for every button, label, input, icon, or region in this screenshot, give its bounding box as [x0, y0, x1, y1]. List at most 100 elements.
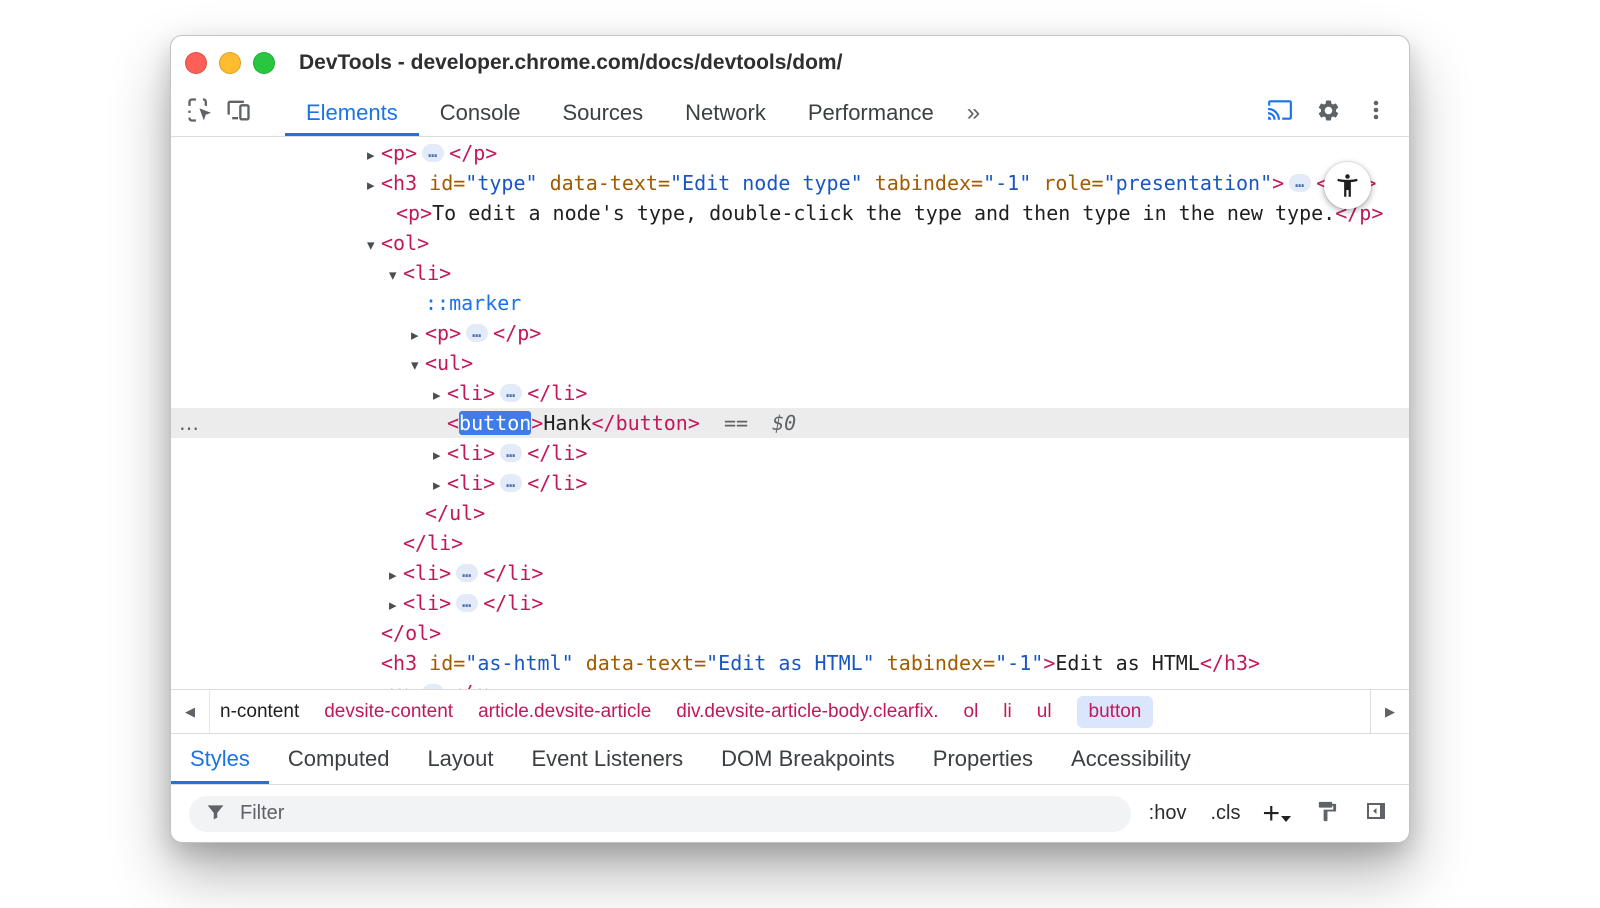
panel-tab-computed[interactable]: Computed [269, 734, 409, 784]
code-token-tag: <ul> [425, 351, 473, 375]
dom-tree-row[interactable]: ▾<ul> [171, 348, 1409, 378]
expand-inline-icon[interactable]: … [456, 564, 478, 582]
panel-tabs: StylesComputedLayoutEvent ListenersDOM B… [171, 733, 1409, 784]
three-dot-menu-icon [1364, 98, 1388, 127]
code-token-val: "Edit as HTML" [706, 651, 875, 675]
code-token-tag: <li> [447, 441, 495, 465]
code-token-txt: To edit a node's type, double-click the … [432, 201, 1335, 225]
new-style-rule-button[interactable]: + [1258, 799, 1295, 829]
code-token-tag: </ul> [425, 501, 485, 525]
filter-field[interactable] [189, 796, 1131, 832]
dom-tree-row[interactable]: ▸<p>…</p> [171, 318, 1409, 348]
expand-inline-icon[interactable]: … [500, 474, 522, 492]
dom-tree-row[interactable]: ▸<li>…</li> [171, 558, 1409, 588]
dom-tree-row[interactable]: ▸<li>…</li> [171, 378, 1409, 408]
expand-arrow-icon[interactable]: ▸ [389, 560, 403, 590]
code-token-tag: <ol> [381, 231, 429, 255]
expand-arrow-icon[interactable]: ▸ [367, 170, 381, 200]
toggle-class-button[interactable]: .cls [1204, 802, 1246, 825]
code-token-tag: < [447, 411, 459, 435]
breadcrumb-item-button[interactable]: button [1077, 696, 1154, 728]
tab-performance[interactable]: Performance [787, 89, 955, 136]
tab-sources[interactable]: Sources [541, 89, 664, 136]
expand-arrow-icon[interactable]: ▸ [433, 440, 447, 470]
dom-tree-row[interactable]: ::marker [171, 288, 1409, 318]
close-button[interactable] [185, 52, 207, 74]
panel-tab-accessibility[interactable]: Accessibility [1052, 734, 1210, 784]
expand-inline-icon[interactable]: … [500, 444, 522, 462]
panel-tab-event-listeners[interactable]: Event Listeners [513, 734, 703, 784]
inspect-element-button[interactable] [181, 94, 219, 132]
dom-tree-row[interactable]: ▸<p>…</p> [171, 678, 1409, 689]
dom-tree-row[interactable]: ▾<ol> [171, 228, 1409, 258]
expand-arrow-icon[interactable]: ▸ [411, 320, 425, 350]
dom-tree-row[interactable]: ▸<li>…</li> [171, 468, 1409, 498]
panel-tab-styles[interactable]: Styles [171, 734, 269, 784]
expand-inline-icon[interactable]: … [422, 684, 444, 689]
code-token-tag: </li> [527, 381, 587, 405]
menu-button[interactable] [1357, 94, 1395, 132]
dom-tree: ▸<p>…</p>▸<h3 id="type" data-text="Edit … [171, 137, 1409, 689]
breadcrumb-item-li[interactable]: li [1003, 701, 1011, 723]
expand-inline-icon[interactable]: … [456, 594, 478, 612]
more-actions-icon[interactable]: … [179, 408, 199, 438]
code-token-val: "type" [465, 171, 537, 195]
expand-inline-icon[interactable]: … [500, 384, 522, 402]
code-token-var: $0 [772, 411, 796, 435]
paint-brush-icon [1315, 800, 1338, 828]
panel-tab-properties[interactable]: Properties [914, 734, 1052, 784]
code-token-attr: id= [429, 171, 465, 195]
expand-arrow-icon[interactable]: ▸ [433, 380, 447, 410]
code-token-txt: Edit as HTML [1055, 651, 1200, 675]
dom-tree-row[interactable]: ▸<h3 id="type" data-text="Edit node type… [171, 168, 1409, 198]
expand-inline-icon[interactable]: … [1289, 174, 1311, 192]
dom-tree-row[interactable]: <p>To edit a node's type, double-click t… [171, 198, 1409, 228]
dom-tree-row[interactable]: <button>Hank</button> == $0… [171, 408, 1409, 438]
expand-arrow-icon[interactable]: ▸ [433, 470, 447, 500]
breadcrumb-item-div-devsite-article-body-clearfix[interactable]: div.devsite-article-body.clearfix. [676, 701, 938, 723]
expand-arrow-icon[interactable]: ▸ [367, 140, 381, 170]
settings-button[interactable] [1309, 94, 1347, 132]
dom-tree-row[interactable]: ▸<li>…</li> [171, 438, 1409, 468]
dom-tree-row[interactable]: </ol> [171, 618, 1409, 648]
dom-tree-row[interactable]: ▸<li>…</li> [171, 588, 1409, 618]
breadcrumb-item-ol[interactable]: ol [964, 701, 979, 723]
expand-inline-icon[interactable]: … [466, 324, 488, 342]
cast-button[interactable] [1261, 94, 1299, 132]
dom-tree-row[interactable]: </li> [171, 528, 1409, 558]
zoom-button[interactable] [253, 52, 275, 74]
paint-brush-button[interactable] [1307, 795, 1345, 833]
tab-console[interactable]: Console [419, 89, 542, 136]
collapse-arrow-icon[interactable]: ▾ [367, 230, 381, 260]
inspect-icon [186, 96, 214, 129]
tab-network[interactable]: Network [664, 89, 787, 136]
traffic-lights [185, 52, 275, 74]
more-tabs-button[interactable]: » [955, 89, 992, 136]
breadcrumb-item-ul[interactable]: ul [1037, 701, 1052, 723]
panel-tab-layout[interactable]: Layout [408, 734, 512, 784]
breadcrumb-item-article-devsite-article[interactable]: article.devsite-article [478, 701, 651, 723]
device-toolbar-button[interactable] [219, 94, 257, 132]
dom-tree-row[interactable]: ▾<li> [171, 258, 1409, 288]
code-token-tag: </li> [527, 471, 587, 495]
dom-tree-row[interactable]: <h3 id="as-html" data-text="Edit as HTML… [171, 648, 1409, 678]
code-token-tag: </button> [592, 411, 700, 435]
minimize-button[interactable] [219, 52, 241, 74]
collapse-arrow-icon[interactable]: ▾ [411, 350, 425, 380]
expand-arrow-icon[interactable]: ▸ [367, 680, 381, 689]
dom-tree-row[interactable]: </ul> [171, 498, 1409, 528]
panel-tab-dom-breakpoints[interactable]: DOM Breakpoints [702, 734, 914, 784]
toggle-sidebar-button[interactable] [1357, 795, 1395, 833]
expand-inline-icon[interactable]: … [422, 144, 444, 162]
breadcrumb-scroll-right-icon[interactable]: ▶ [1370, 690, 1409, 733]
expand-arrow-icon[interactable]: ▸ [389, 590, 403, 620]
breadcrumb-item-n-content[interactable]: n-content [220, 701, 299, 723]
dom-tree-row[interactable]: ▸<p>…</p> [171, 138, 1409, 168]
tab-elements[interactable]: Elements [285, 89, 419, 136]
breadcrumb-item-devsite-content[interactable]: devsite-content [324, 701, 453, 723]
filter-input[interactable] [238, 801, 1115, 826]
toggle-hover-state-button[interactable]: :hov [1143, 802, 1193, 825]
collapse-arrow-icon[interactable]: ▾ [389, 260, 403, 290]
breadcrumb-scroll-left-icon[interactable]: ◀ [171, 690, 210, 733]
window-titlebar: DevTools - developer.chrome.com/docs/dev… [171, 36, 1409, 89]
